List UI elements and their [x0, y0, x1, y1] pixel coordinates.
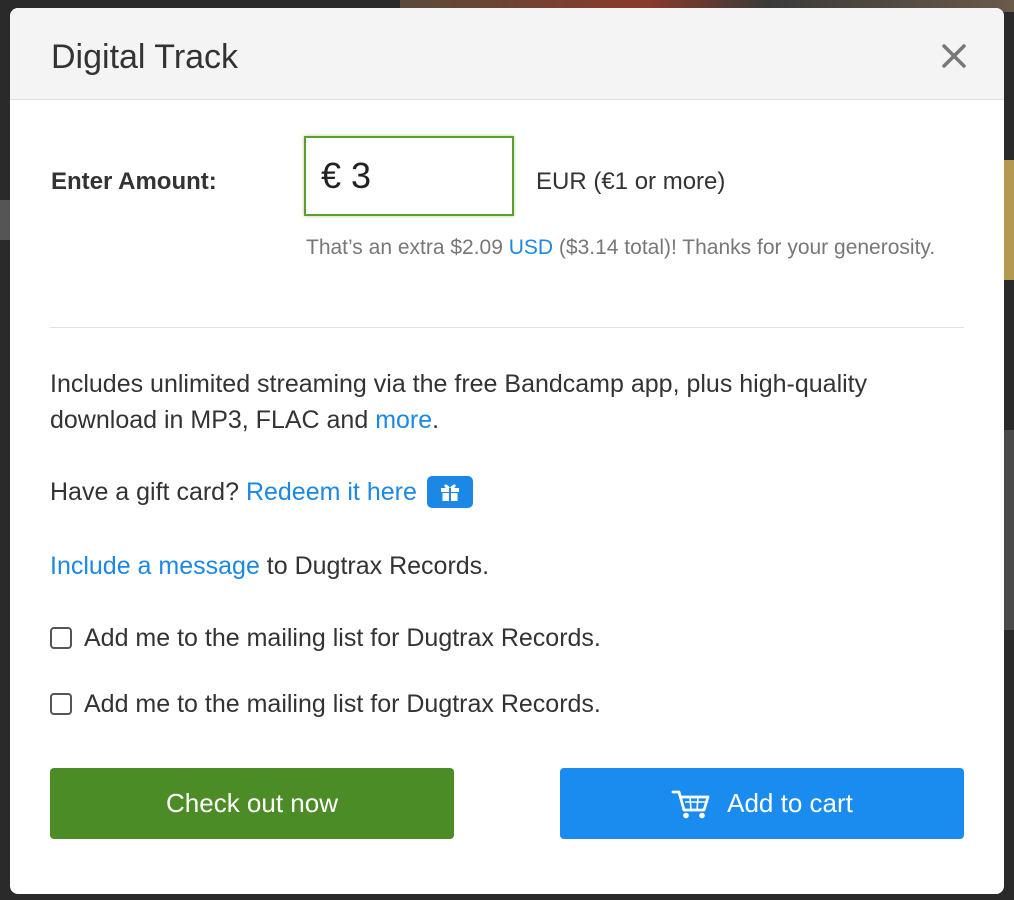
- close-icon: [942, 44, 966, 68]
- background-image-strip: [0, 200, 10, 240]
- message-row: Include a message to Dugtrax Records.: [50, 548, 489, 584]
- gift-icon[interactable]: [426, 476, 473, 508]
- divider: [50, 327, 964, 328]
- more-formats-link[interactable]: more: [375, 406, 432, 434]
- amount-note-suffix: ($3.14 total)! Thanks for your generosit…: [553, 236, 936, 259]
- gift-card-row: Have a gift card? Redeem it here: [50, 474, 473, 510]
- include-message-link[interactable]: Include a message: [50, 552, 260, 580]
- close-button[interactable]: [934, 36, 974, 76]
- cart-icon: [671, 790, 710, 818]
- redeem-gift-card-link[interactable]: Redeem it here: [246, 474, 417, 510]
- dialog-title: Digital Track: [51, 38, 239, 76]
- amount-input[interactable]: € 3: [304, 136, 514, 216]
- includes-text: Includes unlimited streaming via the fre…: [50, 370, 868, 434]
- includes-description: Includes unlimited streaming via the fre…: [50, 366, 930, 438]
- check-out-label: Check out now: [166, 788, 338, 818]
- amount-note-prefix: That’s an extra $2.09: [306, 236, 509, 259]
- mailing-list-label: Add me to the mailing list for Dugtrax R…: [84, 624, 601, 652]
- mailing-list-checkbox[interactable]: [50, 693, 72, 715]
- currency-symbol: €: [321, 155, 342, 196]
- purchase-dialog: Digital Track Enter Amount: € 3 EUR (€1 …: [10, 8, 1004, 894]
- mailing-list-checkbox[interactable]: [50, 627, 72, 649]
- includes-suffix: .: [432, 406, 440, 434]
- add-to-cart-label: Add to cart: [727, 788, 853, 818]
- mailing-list-label: Add me to the mailing list for Dugtrax R…: [84, 690, 601, 718]
- add-to-cart-button[interactable]: Add to cart: [560, 768, 964, 839]
- amount-note: That’s an extra $2.09 USD ($3.14 total)!…: [306, 233, 946, 263]
- mailing-list-option[interactable]: Add me to the mailing list for Dugtrax R…: [50, 686, 601, 722]
- currency-hint: EUR (€1 or more): [536, 168, 726, 195]
- amount-value: 3: [351, 155, 372, 196]
- usd-link[interactable]: USD: [509, 236, 553, 259]
- message-suffix: to Dugtrax Records.: [259, 552, 490, 580]
- gift-card-prompt: Have a gift card?: [50, 478, 246, 506]
- amount-label: Enter Amount:: [51, 168, 217, 195]
- dialog-header: Digital Track: [10, 8, 1004, 100]
- mailing-list-option[interactable]: Add me to the mailing list for Dugtrax R…: [50, 620, 601, 656]
- background-image-strip: [1004, 160, 1014, 280]
- background-image-strip: [1004, 430, 1014, 630]
- check-out-button[interactable]: Check out now: [50, 768, 454, 839]
